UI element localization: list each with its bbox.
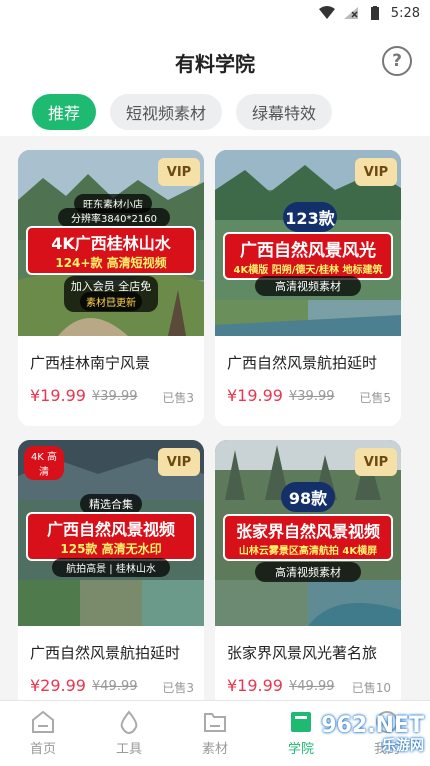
help-button[interactable]: ?: [382, 46, 412, 76]
thumb-banner: 4K广西桂林山水 124+款 高清短视频: [26, 226, 196, 275]
nav-home-label: 首页: [29, 742, 56, 757]
page-title: 有料学院: [175, 52, 255, 76]
help-icon: ?: [392, 51, 402, 71]
thumb-bottom-sub: 素材已更新: [80, 292, 142, 311]
course-card[interactable]: VIP 98款 张家界自然风景视频 山林云雾景区高清航拍 4K横屏 高清视频素材…: [215, 440, 401, 716]
status-time: 5:28: [390, 5, 420, 21]
thumb-bottom-text: 高清视频素材: [255, 562, 361, 582]
status-bar: 5:28: [0, 0, 430, 26]
thumb-banner: 广西自然风景视频 125款 高清无水印: [26, 512, 196, 561]
card-price: ¥19.99: [227, 676, 283, 695]
thumb-count: 123款: [283, 202, 337, 232]
wifi-icon: [318, 6, 335, 19]
nav-materials-label: 素材: [201, 742, 228, 757]
thumb-banner-sub: 124+款 高清短视频: [55, 256, 167, 270]
thumb-banner-main: 广西自然风景视频: [46, 520, 175, 539]
card-thumbnail: VIP 123款 广西自然风景风光 4K横版 阳朔/德天/桂林 地标建筑 高清视…: [215, 150, 401, 336]
nav-tools-label: 工具: [115, 742, 142, 757]
card-original-price: ¥39.99: [289, 389, 335, 404]
card-thumbnail: 4K 高清 VIP 精选合集 广西自然风景视频 125款 高清无水印 航拍高景 …: [18, 440, 204, 626]
drop-icon: [120, 710, 138, 734]
thumb-top-text: 精选合集: [80, 494, 142, 514]
card-sold-count: 已售3: [162, 681, 194, 695]
card-title: 广西自然风景航拍延时: [30, 644, 181, 662]
card-sold-count: 已售5: [359, 391, 391, 405]
thumb-banner-sub: 4K横版 阳朔/德天/桂林 地标建筑: [233, 265, 383, 276]
card-original-price: ¥49.99: [289, 679, 335, 694]
card-price: ¥19.99: [227, 386, 283, 405]
thumb-bottom-text: 高清视频素材: [255, 276, 361, 296]
tab-short-video[interactable]: 短视频素材: [110, 94, 223, 130]
watermark-site-name: 乐游网: [382, 738, 424, 754]
nav-home[interactable]: 首页: [0, 701, 86, 766]
thumb-count: 98款: [281, 482, 335, 512]
vip-badge: VIP: [158, 448, 200, 476]
tab-recommend[interactable]: 推荐: [32, 94, 97, 130]
folder-icon: [204, 713, 226, 732]
course-card[interactable]: 4K 高清 VIP 精选合集 广西自然风景视频 125款 高清无水印 航拍高景 …: [18, 440, 204, 716]
card-sold-count: 已售10: [351, 681, 391, 695]
watermark-domain: 962.NET: [321, 713, 424, 738]
tab-green-screen[interactable]: 绿幕特效: [236, 94, 333, 130]
card-title: 广西桂林南宁风景: [30, 354, 151, 372]
thumb-banner: 张家界自然风景视频 山林云雾景区高清航拍 4K横屏: [223, 514, 393, 561]
book-icon: [291, 712, 311, 732]
thumb-bottom-text: 航拍高景 | 桂林山水: [52, 558, 170, 577]
thumb-banner-sub: 山林云雾景区高清航拍 4K横屏: [238, 546, 378, 557]
card-original-price: ¥49.99: [92, 679, 138, 694]
card-sold-count: 已售3: [162, 391, 194, 405]
app-header: 有料学院 ?: [0, 26, 430, 98]
card-title: 广西自然风景航拍延时: [227, 354, 378, 372]
vip-badge: VIP: [355, 448, 397, 476]
thumb-resolution: 分辨率3840*2160: [58, 208, 170, 227]
thumb-banner-main: 广西自然风景风光: [240, 241, 376, 261]
no-signal-icon: [343, 7, 358, 19]
card-thumbnail: VIP 旺东素材小店 分辨率3840*2160 4K广西桂林山水 124+款 高…: [18, 150, 204, 336]
nav-academy-label: 学院: [287, 742, 314, 757]
course-card[interactable]: VIP 旺东素材小店 分辨率3840*2160 4K广西桂林山水 124+款 高…: [18, 150, 204, 426]
course-card[interactable]: VIP 123款 广西自然风景风光 4K横版 阳朔/德天/桂林 地标建筑 高清视…: [215, 150, 401, 426]
thumb-banner: 广西自然风景风光 4K横版 阳朔/德天/桂林 地标建筑: [223, 232, 393, 280]
battery-icon: [370, 6, 379, 20]
card-price: ¥29.99: [30, 676, 86, 695]
home-icon: [32, 710, 54, 733]
thumb-banner-sub: 125款 高清无水印: [60, 542, 162, 556]
card-title: 张家界风景风光著名旅: [227, 644, 378, 662]
thumb-banner-main: 4K广西桂林山水: [51, 234, 171, 253]
card-thumbnail: VIP 98款 张家界自然风景视频 山林云雾景区高清航拍 4K横屏 高清视频素材: [215, 440, 401, 626]
nav-materials[interactable]: 素材: [172, 701, 258, 766]
nav-tools[interactable]: 工具: [86, 701, 172, 766]
vip-badge: VIP: [158, 158, 200, 186]
thumb-banner-main: 张家界自然风景视频: [235, 522, 380, 541]
thumb-corner-label: 4K 高清: [24, 446, 64, 480]
site-watermark: 962.NET 乐游网: [314, 714, 424, 758]
vip-badge: VIP: [355, 158, 397, 186]
card-original-price: ¥39.99: [92, 389, 138, 404]
category-tabs: 推荐 短视频素材 绿幕特效: [0, 90, 430, 136]
card-price: ¥19.99: [30, 386, 86, 405]
